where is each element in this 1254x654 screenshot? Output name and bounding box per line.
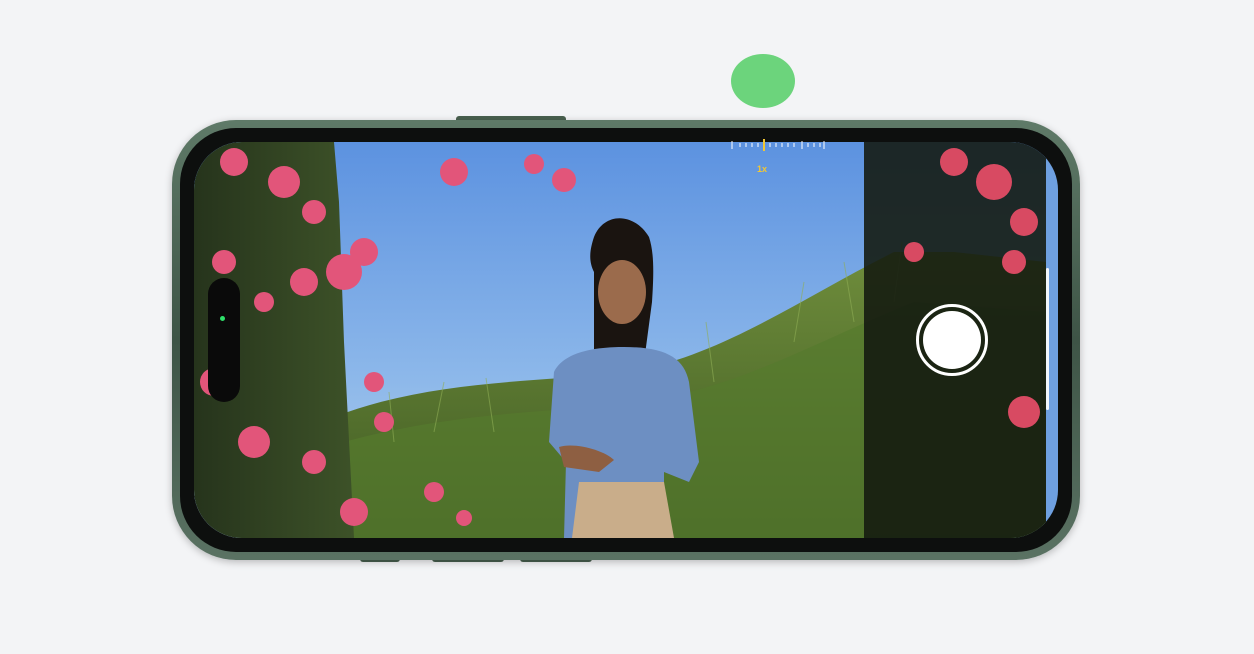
green-indicator-dot [731, 54, 795, 108]
zoom-level-label[interactable]: 1x [750, 164, 774, 174]
shutter-icon [923, 311, 981, 369]
zoom-dial-icon[interactable] [728, 138, 828, 152]
exposure-slider[interactable] [1046, 268, 1049, 410]
camera-sensor-island [208, 278, 240, 402]
status-led [220, 316, 225, 321]
shutter-button[interactable] [916, 304, 988, 376]
